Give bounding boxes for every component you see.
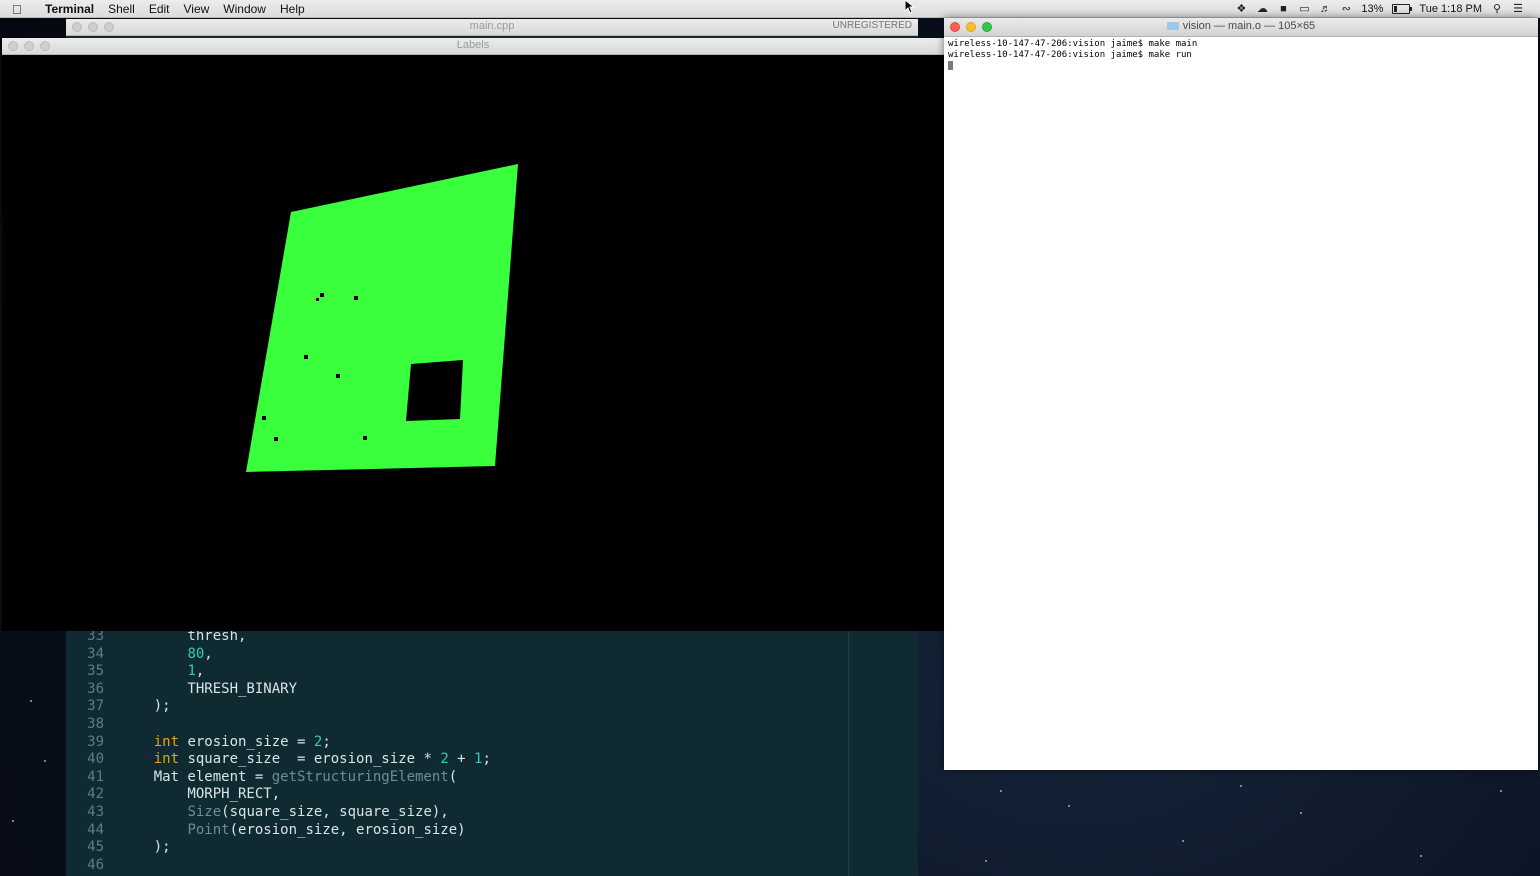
code-line: 45 ); [66, 838, 846, 856]
code-line: 35 1, [66, 662, 846, 680]
code-text: Point(erosion_size, erosion_size) [187, 821, 466, 838]
menu-clock[interactable]: Tue 1:18 PM [1419, 3, 1482, 15]
line-number: 43 [87, 804, 104, 820]
noise-dot [354, 296, 358, 300]
star [44, 760, 46, 762]
line-number: 34 [87, 645, 104, 662]
star [1240, 785, 1242, 787]
terminal-titlebar[interactable]: vision — main.o — 105×65 [944, 18, 1538, 37]
text-cursor [948, 61, 953, 70]
volume-icon[interactable]: ♬ [1319, 4, 1331, 15]
code-text: Mat element = getStructuringElement( [120, 768, 458, 785]
terminal-output[interactable]: wireless-10-147-47-206:vision jaime$ mak… [948, 39, 1197, 73]
line-number: 37 [87, 698, 104, 715]
terminal-prompt-line [948, 61, 1197, 73]
star [1420, 855, 1422, 857]
code-line: 43 Size(square_size, square_size), [66, 803, 846, 821]
line-number: 39 [87, 733, 104, 750]
menu-bar:  Terminal Shell Edit View Window Help ❖… [0, 0, 1540, 18]
noise-dot [363, 436, 367, 440]
code-line: 41 Mat element = getStructuringElement( [66, 768, 846, 786]
code-text: Size(square_size, square_size), [187, 804, 449, 820]
noise-dot [320, 293, 324, 297]
battery-icon[interactable] [1392, 4, 1413, 14]
star [985, 860, 987, 862]
line-number: 35 [87, 663, 104, 680]
airplay-icon[interactable]: ▭ [1298, 4, 1310, 15]
code-line: 40 int square_size = erosion_size * 2 + … [66, 750, 846, 768]
mouse-pointer-icon [905, 0, 915, 14]
labels-image [2, 55, 944, 631]
labels-title: Labels [456, 39, 490, 51]
code-line: 36 THRESH_BINARY [66, 680, 846, 698]
camera-icon[interactable]: ■ [1277, 4, 1289, 15]
star [1500, 790, 1502, 792]
code-line: 46 [66, 856, 846, 874]
code-line: 44 Point(erosion_size, erosion_size) [66, 821, 846, 839]
line-number: 46 [87, 856, 104, 873]
line-number: 36 [87, 680, 104, 697]
terminal-title-text: vision — main.o — 105×65 [1182, 20, 1316, 32]
sublime-title: main.cpp [469, 20, 515, 32]
noise-dot [336, 374, 340, 378]
menu-app-terminal[interactable]: Terminal [45, 2, 94, 16]
code-text: ); [120, 839, 171, 856]
notification-center-icon[interactable]: ☰ [1512, 4, 1524, 15]
noise-dot [304, 355, 308, 359]
menu-view[interactable]: View [184, 2, 210, 16]
spotlight-search-icon[interactable]: ⚲ [1491, 4, 1503, 15]
terminal-line: wireless-10-147-47-206:vision jaime$ mak… [948, 50, 1192, 60]
code-line: 39 int erosion_size = 2; [66, 733, 846, 751]
labels-titlebar[interactable]: Labels [2, 38, 944, 55]
noise-dot [274, 437, 278, 441]
code-text: 1, [187, 663, 205, 680]
code-text: int square_size = erosion_size * 2 + 1; [153, 751, 491, 768]
labels-window: Labels [2, 38, 944, 631]
code-text: ); [120, 698, 171, 715]
star [1068, 805, 1070, 807]
line-number: 42 [87, 786, 104, 803]
code-text: THRESH_BINARY [120, 680, 298, 697]
star [12, 820, 14, 822]
line-number: 38 [87, 716, 104, 732]
noise-dot [262, 416, 266, 420]
menu-edit[interactable]: Edit [149, 2, 170, 16]
star [1000, 790, 1002, 792]
folder-icon [1166, 22, 1179, 30]
code-editor[interactable]: 33 thresh, 34 80, 35 1, 36 THRESH_BINARY 37 … [66, 628, 918, 876]
unregistered-badge: UNREGISTERED [832, 20, 912, 31]
hole-region [406, 360, 463, 421]
code-line: 38 [66, 715, 846, 733]
code-line: 37 ); [66, 697, 846, 715]
menu-shell[interactable]: Shell [108, 2, 135, 16]
code-text: 80, [187, 645, 213, 662]
star [1182, 840, 1184, 842]
dropbox-icon[interactable]: ❖ [1235, 4, 1247, 15]
line-number: 40 [87, 751, 104, 768]
battery-percent[interactable]: 13% [1361, 3, 1383, 15]
star [1300, 812, 1302, 814]
wifi-icon[interactable]: ∾ [1340, 4, 1352, 15]
terminal-title: vision — main.o — 105×65 [944, 20, 1538, 32]
menu-window[interactable]: Window [223, 2, 266, 16]
apple-icon[interactable]:  [12, 2, 34, 17]
menu-help[interactable]: Help [280, 2, 305, 16]
noise-dot [316, 298, 319, 301]
code-text: MORPH_RECT, [120, 786, 281, 803]
ruler-line [848, 631, 849, 876]
star [30, 700, 32, 702]
code-text: int erosion_size = 2; [153, 733, 331, 750]
terminal-window: vision — main.o — 105×65 wireless-10-147… [944, 18, 1538, 770]
line-number: 41 [87, 768, 104, 785]
line-number: 45 [87, 839, 104, 856]
sublime-titlebar[interactable]: main.cpp UNREGISTERED [66, 19, 918, 36]
code-line: 34 80, [66, 645, 846, 663]
line-number: 44 [87, 821, 104, 838]
code-line: 42 MORPH_RECT, [66, 785, 846, 803]
terminal-line: wireless-10-147-47-206:vision jaime$ mak… [948, 39, 1198, 49]
cloud-icon[interactable]: ☁ [1256, 4, 1268, 15]
